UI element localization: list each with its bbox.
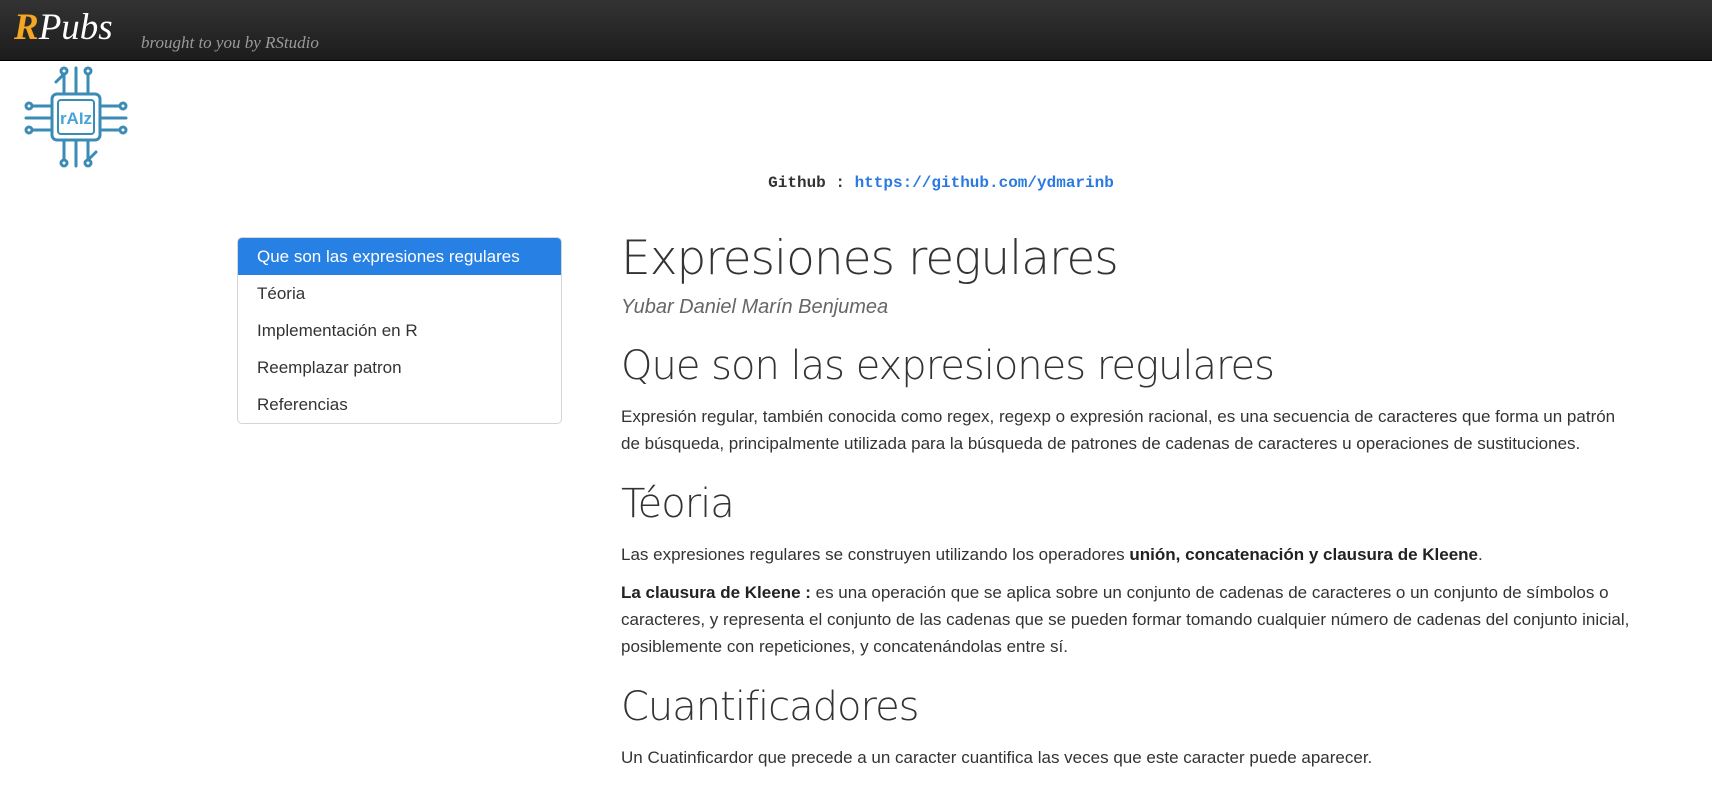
toc-item-referencias[interactable]: Referencias: [238, 386, 561, 423]
logo-text: rAIz: [60, 109, 92, 128]
github-separator: :: [825, 174, 855, 192]
rpubs-brand-link[interactable]: RPubs: [14, 6, 113, 49]
github-link[interactable]: https://github.com/ydmarinb: [855, 174, 1114, 192]
toc-item-teoria[interactable]: Téoria: [238, 275, 561, 312]
section-paragraph-operators: Las expresiones regulares se construyen …: [621, 541, 1631, 568]
toc-item-que-son[interactable]: Que son las expresiones regulares: [238, 238, 561, 275]
page-title: Expresiones regulares: [621, 231, 1119, 286]
toc-item-reemplazar[interactable]: Reemplazar patron: [238, 349, 561, 386]
github-label: Github: [768, 174, 826, 192]
brand-pubs: Pubs: [38, 7, 113, 48]
operators-period: .: [1478, 545, 1483, 564]
raiz-logo-icon: rAIz: [22, 64, 130, 170]
section-heading-que-son: Que son las expresiones regulares: [621, 343, 1275, 389]
brand-r: R: [14, 7, 39, 48]
brand-tagline: brought to you by RStudio: [141, 33, 319, 52]
section-heading-cuantificadores: Cuantificadores: [621, 684, 920, 730]
article-content: Expresiones regulares Yubar Daniel Marín…: [621, 228, 1631, 782]
author-name: Yubar Daniel Marín Benjumea: [621, 296, 889, 318]
section-heading-teoria: Téoria: [621, 481, 735, 527]
section-paragraph-kleene: La clausura de Kleene : es una operación…: [621, 579, 1631, 660]
toc-item-implementacion[interactable]: Implementación en R: [238, 312, 561, 349]
kleene-bold: La clausura de Kleene :: [621, 583, 811, 602]
operators-text: Las expresiones regulares se construyen …: [621, 545, 1130, 564]
top-navbar: RPubs brought to you by RStudio: [0, 0, 1712, 61]
github-line: Github : https://github.com/ydmarinb: [0, 174, 1712, 192]
operators-bold: unión, concatenación y clausura de Kleen…: [1129, 545, 1479, 564]
table-of-contents: Que son las expresiones regulares Téoria…: [237, 237, 562, 424]
section-paragraph-definition: Expresión regular, también conocida como…: [621, 407, 1616, 453]
section-paragraph-cuantificadores: Un Cuatinficardor que precede a un carac…: [621, 748, 1373, 767]
